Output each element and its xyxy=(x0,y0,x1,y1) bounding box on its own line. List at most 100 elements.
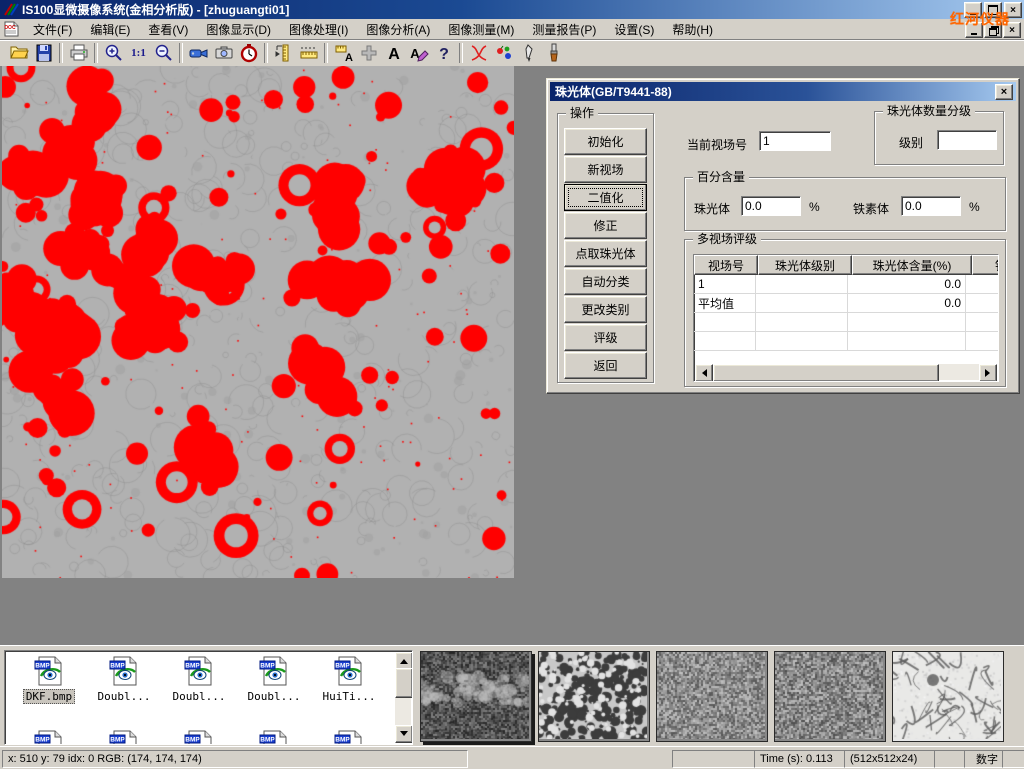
metallographic-image-binarized[interactable] xyxy=(2,66,514,578)
bmp-file-icon: BMP xyxy=(183,729,215,745)
file-item[interactable]: BMP Doubl... xyxy=(163,655,235,705)
particle-classify-icon[interactable] xyxy=(491,41,516,65)
curve-tool-icon[interactable] xyxy=(466,41,491,65)
file-item-partial[interactable]: BMP xyxy=(88,729,160,745)
menu-image-analysis[interactable]: 图像分析(A) xyxy=(357,19,439,40)
menu-view[interactable]: 查看(V) xyxy=(139,19,197,40)
annotate-icon[interactable]: A xyxy=(406,41,431,65)
menu-image-processing[interactable]: 图像处理(I) xyxy=(280,19,357,40)
file-list-scrollbar[interactable] xyxy=(395,652,411,743)
menu-measure-report[interactable]: 测量报告(P) xyxy=(523,19,605,40)
col-pearlite-level[interactable]: 珠光体级别 xyxy=(758,255,852,275)
zoom-out-icon[interactable] xyxy=(151,41,176,65)
svg-text:?: ? xyxy=(439,46,449,63)
file-name[interactable]: Doubl... xyxy=(246,690,303,703)
file-item[interactable]: BMP DKF.bmp xyxy=(13,655,85,705)
correct-button[interactable]: 修正 xyxy=(564,212,647,239)
cell-level xyxy=(756,294,848,312)
file-item[interactable]: BMP HuiTi... xyxy=(313,655,385,705)
scroll-thumb[interactable] xyxy=(395,668,413,698)
rate-button[interactable]: 评级 xyxy=(564,324,647,351)
file-name[interactable]: Doubl... xyxy=(96,690,153,703)
new-field-button[interactable]: 新视场 xyxy=(564,156,647,183)
file-browser[interactable]: BMP DKF.bmp BMP Doubl... BMP xyxy=(4,650,413,745)
dialog-close-button[interactable]: × xyxy=(995,84,1013,100)
level-input[interactable] xyxy=(937,130,997,150)
thumbnail-metallograph-2[interactable] xyxy=(538,651,650,742)
cell-ferrite xyxy=(966,294,999,312)
ruler-icon[interactable] xyxy=(296,41,321,65)
binarize-button[interactable]: 二值化 xyxy=(564,184,647,211)
measure-label-icon[interactable]: A xyxy=(331,41,356,65)
help-icon[interactable]: ? xyxy=(431,41,456,65)
menu-image-measure[interactable]: 图像测量(M) xyxy=(439,19,523,40)
multi-field-group: 多视场评级 视场号 珠光体级别 珠光体含量(%) 铁素体 1 0.0 xyxy=(684,239,1006,387)
auto-classify-button[interactable]: 自动分类 xyxy=(564,268,647,295)
dialog-title-bar[interactable]: 珠光体(GB/T9441-88) × xyxy=(550,82,1016,101)
table-row[interactable]: 平均值 0.0 xyxy=(694,294,998,313)
file-item[interactable]: BMP Doubl... xyxy=(238,655,310,705)
thumbnail-metallograph-1[interactable] xyxy=(420,651,532,742)
time-status: Time (s): 0.113 xyxy=(754,750,852,768)
pearlite-percent-sign: % xyxy=(809,200,820,214)
return-button[interactable]: 返回 xyxy=(564,352,647,379)
current-field-input[interactable]: 1 xyxy=(759,131,831,151)
grid-cross-icon[interactable] xyxy=(356,41,381,65)
toolbar: 1:1 A A A ? xyxy=(0,40,1024,67)
print-icon[interactable] xyxy=(66,41,91,65)
pen-tool-icon[interactable] xyxy=(516,41,541,65)
pick-pearlite-button[interactable]: 点取珠光体 xyxy=(564,240,647,267)
table-horizontal-scrollbar[interactable] xyxy=(695,364,997,380)
menu-bar: DOC 文件(F) 编辑(E) 查看(V) 图像显示(D) 图像处理(I) 图像… xyxy=(0,19,1024,40)
actual-size-icon[interactable]: 1:1 xyxy=(126,41,151,65)
scroll-left-button[interactable] xyxy=(695,364,713,382)
thumbnail-metallograph-3[interactable] xyxy=(656,651,768,742)
save-icon[interactable] xyxy=(31,41,56,65)
bmp-file-icon: BMP xyxy=(33,655,65,687)
toolbar-separator xyxy=(264,43,268,63)
pearlite-input[interactable]: 0.0 xyxy=(741,196,801,216)
scroll-thumb[interactable] xyxy=(713,364,939,382)
menu-image-display[interactable]: 图像显示(D) xyxy=(197,19,280,40)
table-row[interactable]: 1 0.0 xyxy=(694,275,998,294)
operations-group: 操作 初始化 新视场 二值化 修正 点取珠光体 自动分类 更改类别 评级 返回 xyxy=(557,113,654,383)
brush-tool-icon[interactable] xyxy=(541,41,566,65)
file-item[interactable]: BMP Doubl... xyxy=(88,655,160,705)
initialize-button[interactable]: 初始化 xyxy=(564,128,647,155)
scroll-right-button[interactable] xyxy=(979,364,997,382)
file-item-partial[interactable]: BMP xyxy=(313,729,385,745)
open-icon[interactable] xyxy=(6,41,31,65)
menu-file[interactable]: 文件(F) xyxy=(24,19,81,40)
cell-field: 平均值 xyxy=(694,294,756,312)
caliper-icon[interactable] xyxy=(271,41,296,65)
col-field-number[interactable]: 视场号 xyxy=(694,255,758,275)
bmp-file-icon: BMP xyxy=(108,729,140,745)
bmp-file-icon: BMP xyxy=(108,655,140,687)
ferrite-input[interactable]: 0.0 xyxy=(901,196,961,216)
file-item-partial[interactable]: BMP xyxy=(238,729,310,745)
mdi-workspace: 珠光体(GB/T9441-88) × 操作 初始化 新视场 二值化 修正 点取珠… xyxy=(0,66,1024,645)
thumbnail-metallograph-5[interactable] xyxy=(892,651,1004,742)
file-name[interactable]: DKF.bmp xyxy=(23,689,75,704)
scroll-down-button[interactable] xyxy=(395,725,413,743)
col-pearlite-content[interactable]: 珠光体含量(%) xyxy=(852,255,972,275)
menu-edit[interactable]: 编辑(E) xyxy=(81,19,139,40)
file-name[interactable]: Doubl... xyxy=(171,690,228,703)
text-icon[interactable]: A xyxy=(381,41,406,65)
file-name[interactable]: HuiTi... xyxy=(321,690,378,703)
zoom-in-icon[interactable] xyxy=(101,41,126,65)
file-item-partial[interactable]: BMP xyxy=(163,729,235,745)
menu-help[interactable]: 帮助(H) xyxy=(663,19,722,40)
col-ferrite[interactable]: 铁素体 xyxy=(972,255,999,275)
timer-icon[interactable] xyxy=(236,41,261,65)
toolbar-separator xyxy=(324,43,328,63)
change-category-button[interactable]: 更改类别 xyxy=(564,296,647,323)
pearlite-dialog: 珠光体(GB/T9441-88) × 操作 初始化 新视场 二值化 修正 点取珠… xyxy=(546,78,1020,394)
menu-settings[interactable]: 设置(S) xyxy=(605,19,663,40)
video-camera-icon[interactable] xyxy=(186,41,211,65)
thumbnail-metallograph-4[interactable] xyxy=(774,651,886,742)
file-item-partial[interactable]: BMP xyxy=(13,729,85,745)
cell-level xyxy=(756,275,848,293)
rating-table[interactable]: 视场号 珠光体级别 珠光体含量(%) 铁素体 1 0.0 平均值 xyxy=(693,254,999,382)
camera-capture-icon[interactable] xyxy=(211,41,236,65)
